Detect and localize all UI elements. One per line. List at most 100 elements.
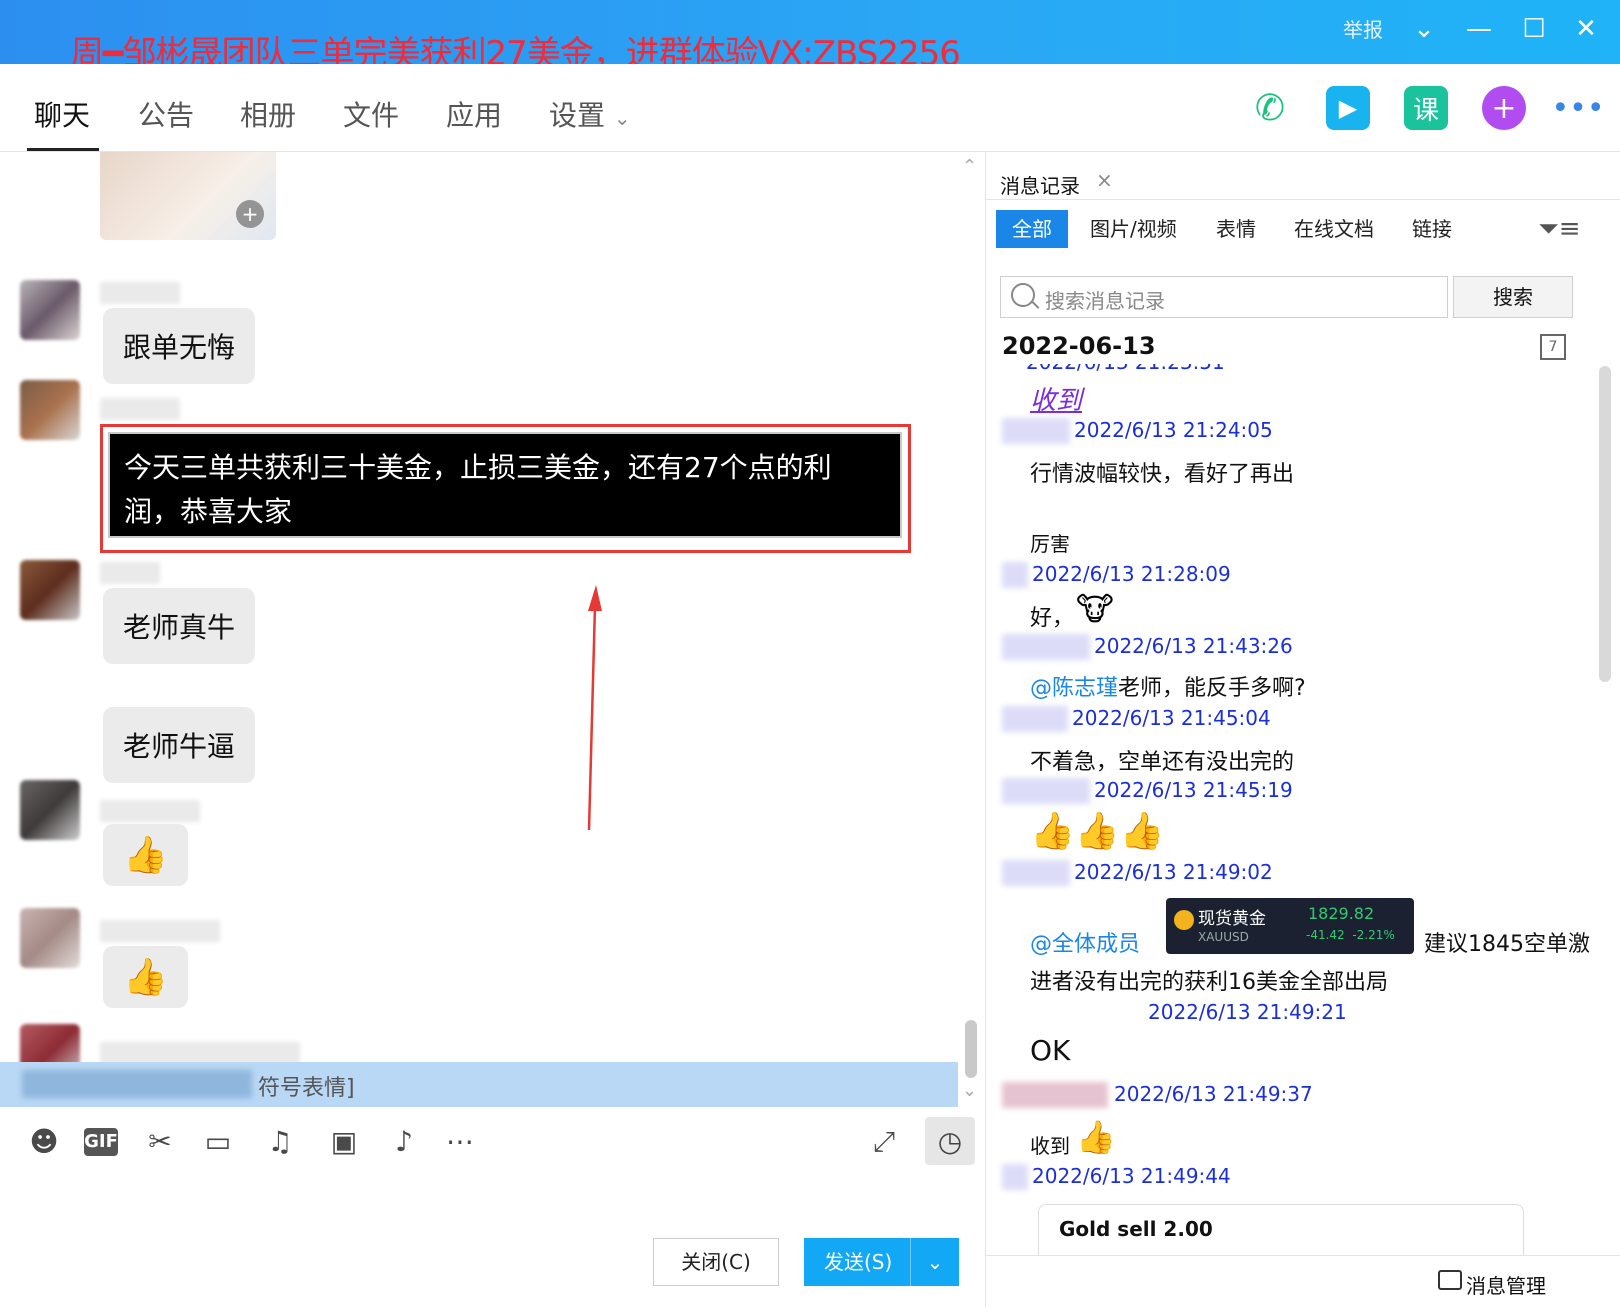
chevron-down-icon[interactable]: ⌄ <box>1404 12 1444 46</box>
scissors-icon[interactable]: ✂ <box>142 1124 178 1160</box>
message-text: 好， <box>1030 606 1075 631</box>
gold-price: 1829.82 <box>1308 904 1375 923</box>
video-call-icon[interactable]: ▶ <box>1326 86 1370 130</box>
mention[interactable]: @全体成员 <box>1030 926 1140 958</box>
sender-name <box>100 800 200 822</box>
search-placeholder: 搜索消息记录 <box>1045 289 1165 313</box>
maximize-icon[interactable]: ☐ <box>1514 12 1554 46</box>
zoom-in-icon[interactable]: + <box>236 200 264 228</box>
filter-docs[interactable]: 在线文档 <box>1294 210 1374 248</box>
message-bubble[interactable]: 跟单无悔 <box>103 308 256 384</box>
calendar-icon[interactable]: 7 <box>1540 334 1566 360</box>
order-card[interactable]: Gold sell 2.00 <box>1038 1204 1524 1259</box>
message-bubble[interactable]: 今天三单共获利三十美金，止损三美金，还有27个点的利润，恭喜大家 <box>108 432 902 538</box>
chat-messages[interactable]: + 跟单无悔 今天三单共获利三十美金，止损三美金，还有27个点的利润，恭喜大家 … <box>0 152 985 1107</box>
history-list[interactable]: 2022/6/13 21:23:51 收到 2022/6/13 21:24:05… <box>986 364 1620 1259</box>
cow-emoji-icon: 🐮 <box>1076 590 1114 628</box>
message-body: 老师，能反手多啊? <box>1118 676 1306 701</box>
avatar[interactable] <box>20 908 80 968</box>
mention[interactable]: @陈志瑾 <box>1030 676 1118 701</box>
tab-chat[interactable]: 聊天 <box>34 94 90 134</box>
sender-name <box>100 920 220 942</box>
close-icon[interactable]: ✕ <box>1566 12 1606 46</box>
sender-name <box>1002 706 1068 732</box>
message-manage-link[interactable]: 消息管理 <box>1466 1270 1546 1299</box>
more-tools-icon[interactable]: ⋯ <box>442 1124 478 1160</box>
title-bar: 周━邹彬晟团队三单完美获利27美金，进群体验VX:ZBS2256 举报 ⌄ — … <box>0 0 1620 74</box>
filter-funnel-icon[interactable]: ⏷≡ <box>1538 214 1581 245</box>
tab-divider <box>986 199 1620 200</box>
arrow-annotation <box>587 585 602 831</box>
minimize-icon[interactable]: — <box>1459 12 1499 46</box>
message-text[interactable]: 收到 <box>1030 380 1082 417</box>
sender-name <box>1002 1164 1028 1190</box>
sender-name <box>1002 418 1070 444</box>
close-button[interactable]: 关闭(C) <box>653 1238 779 1286</box>
more-icon[interactable]: ••• <box>1551 86 1604 130</box>
chat-scrollbar[interactable] <box>965 1020 977 1078</box>
message-text: 收到 <box>1030 1134 1070 1158</box>
search-input[interactable]: 搜索消息记录 <box>1000 276 1448 318</box>
avatar[interactable] <box>20 780 80 840</box>
history-footer: 消息管理 <box>986 1255 1620 1307</box>
avatar[interactable] <box>20 380 80 440</box>
message-time: 2022/6/13 21:49:21 <box>1148 1000 1347 1024</box>
message-text: 进者没有出完的获利16美金全部出局 <box>1030 970 1388 995</box>
voice-call-icon[interactable]: ✆ <box>1248 86 1292 130</box>
tab-apps[interactable]: 应用 <box>446 94 502 134</box>
gold-change-pct: -2.21% <box>1352 928 1395 942</box>
tab-files[interactable]: 文件 <box>343 94 399 134</box>
class-icon[interactable]: 课 <box>1404 86 1448 130</box>
message-text: OK <box>1030 1034 1071 1067</box>
filter-media[interactable]: 图片/视频 <box>1090 210 1177 248</box>
message-text: 厉害 <box>1030 532 1070 556</box>
message-history-panel: 消息记录 × 全部 图片/视频 表情 在线文档 链接 ⏷≡ 搜索消息记录 搜索 … <box>986 152 1620 1307</box>
message-bubble[interactable]: 老师真牛 <box>103 588 256 664</box>
thumbs-up-icon[interactable]: 👍 <box>103 824 188 886</box>
tab-settings-label: 设置 <box>549 99 606 132</box>
thumbs-up-icon[interactable]: 👍 <box>103 946 188 1008</box>
tab-album[interactable]: 相册 <box>240 94 296 134</box>
add-icon[interactable]: + <box>1482 86 1526 130</box>
chevron-down-icon: ⌄ <box>613 106 631 130</box>
tab-settings[interactable]: 设置 ⌄ <box>549 94 631 134</box>
message-text: 不着急，空单还有没出完的 <box>1030 750 1295 775</box>
gold-name: 现货黄金 <box>1198 909 1266 929</box>
folder-icon[interactable]: ▭ <box>200 1124 236 1160</box>
search-button[interactable]: 搜索 <box>1453 276 1573 318</box>
emoji-icon[interactable]: ☻ <box>26 1124 62 1160</box>
expand-icon[interactable]: ⤢ <box>866 1124 902 1160</box>
order-card-text: Gold sell 2.00 <box>1059 1217 1213 1241</box>
scroll-top-icon[interactable]: ⌃ <box>962 156 977 177</box>
gif-icon[interactable]: GIF <box>84 1128 118 1156</box>
filter-all[interactable]: 全部 <box>996 210 1068 248</box>
music-icon[interactable]: ♫ <box>262 1124 298 1160</box>
preview-text: 符号表情] <box>258 1076 355 1101</box>
tab-announcement[interactable]: 公告 <box>138 94 194 134</box>
report-link[interactable]: 举报 <box>1343 14 1383 43</box>
message-time: 2022/6/13 21:49:02 <box>1074 860 1273 884</box>
message-manage-icon[interactable] <box>1438 1270 1462 1290</box>
send-options-chevron-icon[interactable]: ⌄ <box>910 1238 959 1286</box>
avatar[interactable] <box>20 560 80 620</box>
filter-stickers[interactable]: 表情 <box>1216 210 1256 248</box>
gold-coin-icon <box>1174 910 1194 930</box>
image-message[interactable]: + <box>100 152 276 240</box>
image-icon[interactable]: ▣ <box>326 1124 362 1160</box>
message-time: 2022/6/13 21:24:05 <box>1074 418 1273 442</box>
group-nav: 聊天 公告 相册 文件 应用 设置 ⌄ ✆ ▶ 课 + ••• <box>0 64 1620 152</box>
sender-name <box>1002 562 1028 588</box>
history-scrollbar[interactable] <box>1599 366 1611 682</box>
bell-icon[interactable]: ♪ <box>386 1124 422 1160</box>
avatar[interactable] <box>20 280 80 340</box>
history-clock-icon[interactable]: ◷ <box>925 1117 975 1165</box>
close-icon[interactable]: × <box>1096 168 1113 192</box>
gold-change-value: -41.42 <box>1306 928 1345 942</box>
filter-links[interactable]: 链接 <box>1412 210 1452 248</box>
sender-name <box>100 282 180 304</box>
message-text: 建议1845空单激 <box>1424 932 1590 957</box>
message-bubble[interactable]: 老师牛逼 <box>103 707 256 783</box>
scroll-bottom-icon[interactable]: ⌄ <box>962 1080 977 1101</box>
new-message-preview[interactable]: 符号表情] <box>0 1062 958 1107</box>
message-time: 2022/6/13 21:45:04 <box>1072 706 1271 730</box>
